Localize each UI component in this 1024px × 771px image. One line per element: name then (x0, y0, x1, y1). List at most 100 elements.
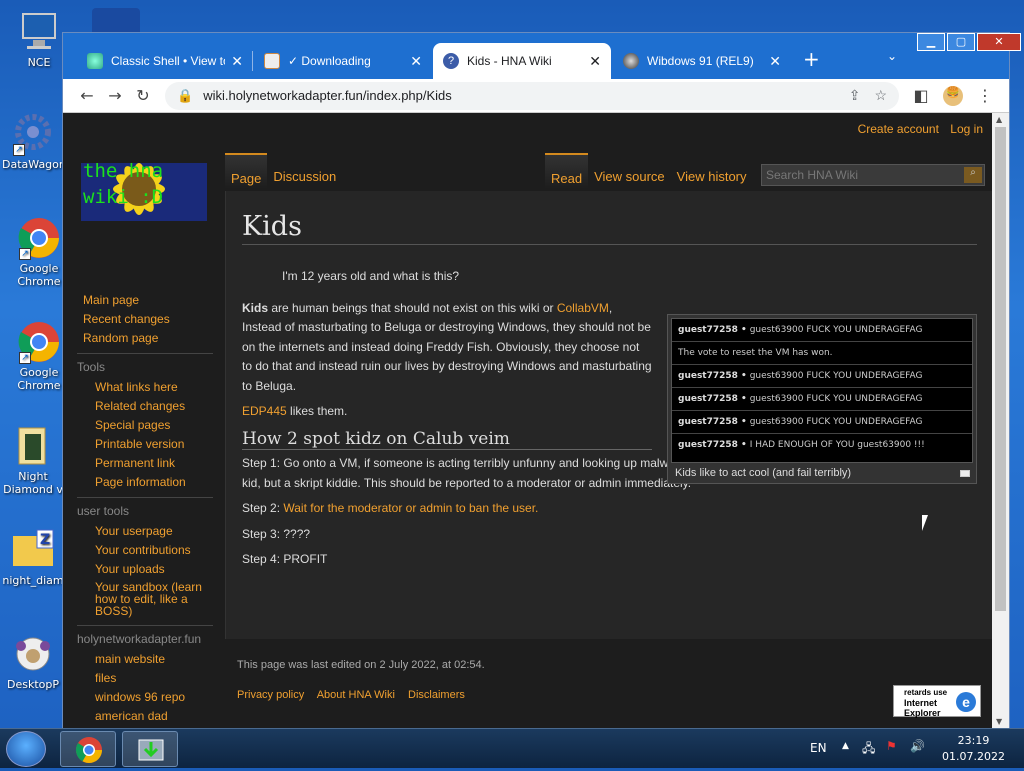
content-area: Kids I'm 12 years old and what is this? … (225, 191, 993, 639)
privacy-policy-link[interactable]: Privacy policy (237, 689, 304, 701)
chrome-icon: ↗ (17, 320, 61, 364)
hna-american-dad[interactable]: american dad (95, 709, 213, 723)
desktop-icon-night-diamond[interactable]: Night Diamond v (2, 424, 64, 496)
hna-windows-96-repo[interactable]: windows 96 repo (95, 690, 213, 704)
user-tools-userpage[interactable]: Your userpage (95, 524, 213, 538)
ie-logo-icon: e (956, 692, 976, 712)
intro-bold: Kids (242, 300, 269, 315)
nav-random-page[interactable]: Random page (83, 331, 213, 345)
tab-view-source[interactable]: View source (588, 153, 671, 189)
desktop-icon-desktopp[interactable]: DesktopP (2, 632, 64, 691)
gear-icon: ↗ (11, 112, 55, 156)
personal-tools: Create account Log in (850, 122, 983, 136)
step-3: Step 3: ???? (242, 526, 311, 541)
chat-user: guest77258 • (678, 325, 747, 335)
hna-files[interactable]: files (95, 671, 213, 685)
collabvm-link[interactable]: CollabVM (557, 301, 609, 315)
about-link[interactable]: About HNA Wiki (317, 689, 395, 701)
log-in-link[interactable]: Log in (950, 122, 983, 136)
intro-paragraph: Kids are human beings that should not ex… (242, 299, 652, 397)
desktop-icon-nce[interactable]: NCE (8, 10, 70, 69)
intro-text-1: are human beings that should not exist o… (268, 300, 557, 315)
namespace-tabs: Page Discussion (225, 153, 342, 189)
action-center-flag-icon[interactable]: ⚑ (886, 739, 897, 753)
clock-time: 23:19 (957, 734, 990, 747)
chat-row: guest77258 • guest63900 FUCK YOU UNDERAG… (672, 365, 972, 388)
taskbar-chrome[interactable] (60, 731, 116, 767)
clock-date: 01.07.2022 (942, 750, 1005, 763)
tools-printable-version[interactable]: Printable version (95, 437, 213, 451)
sidebar: Main page Recent changes Random page Too… (77, 293, 213, 728)
desktop-icon-datawagon[interactable]: ↗ DataWagon (2, 112, 66, 171)
wiki-logo[interactable]: the hna wiki :D (79, 141, 211, 241)
tab-page[interactable]: Page (225, 153, 268, 189)
computer-icon (17, 10, 61, 54)
user-tools-heading: user tools (77, 497, 213, 518)
search-placeholder: Search HNA Wiki (766, 168, 859, 182)
taskbar-download-app[interactable] (122, 731, 178, 767)
clock[interactable]: 23:19 01.07.2022 (942, 733, 1005, 765)
search-input[interactable]: Search HNA Wiki ⌕ (761, 164, 985, 186)
app-icon-blue[interactable] (92, 8, 140, 34)
desktop-icon-label: Night Diamond v (3, 470, 63, 496)
chat-screenshot-image[interactable]: guest77258 • guest63900 FUCK YOU UNDERAG… (671, 318, 973, 463)
chat-msg: I HAD ENOUGH OF YOU guest63900 !!! (749, 440, 925, 450)
step-2-prefix: Step 2: (242, 501, 284, 515)
desktop-icon-chrome-1[interactable]: ↗ Google Chrome (8, 216, 70, 288)
zip-folder-icon: Z (11, 528, 55, 572)
scrollbar-thumb[interactable] (995, 127, 1006, 611)
tools-special-pages[interactable]: Special pages (95, 418, 213, 432)
chat-user: guest77258 • (678, 371, 747, 381)
tools-what-links-here[interactable]: What links here (95, 380, 213, 394)
tab-read[interactable]: Read (545, 153, 589, 189)
scroll-up-icon[interactable]: ▲ (996, 115, 1002, 124)
disclaimers-link[interactable]: Disclaimers (408, 689, 465, 701)
volume-icon[interactable]: 🔊 (910, 739, 925, 753)
tab-discussion[interactable]: Discussion (267, 153, 342, 189)
show-hidden-icons[interactable]: ▲ (842, 741, 849, 751)
network-icon[interactable]: 🖧 (862, 739, 875, 760)
last-edited: This page was last edited on 2 July 2022… (237, 659, 485, 671)
desktop-icon-label: night_diam (2, 574, 64, 587)
user-tools-contributions[interactable]: Your contributions (95, 543, 213, 557)
scroll-down-icon[interactable]: ▼ (996, 717, 1002, 726)
edp445-link[interactable]: EDP445 (242, 404, 287, 418)
chat-row: The vote to reset the VM has won. (672, 342, 972, 365)
sheep-icon (11, 632, 55, 676)
desktop-icon-chrome-2[interactable]: ↗ Google Chrome (8, 320, 70, 392)
wiki-page: Create account Log in the hna wiki :D Pa… (63, 113, 993, 728)
language-indicator[interactable]: EN (810, 741, 827, 755)
page-viewport: Create account Log in the hna wiki :D Pa… (63, 33, 1009, 728)
tools-page-information[interactable]: Page information (95, 475, 213, 489)
enlarge-icon[interactable] (960, 470, 970, 477)
user-tools-sandbox[interactable]: Your sandbox (learn how to edit, like a … (95, 581, 213, 617)
hna-heading: holynetworkadapter.fun (77, 625, 213, 646)
tools-related-changes[interactable]: Related changes (95, 399, 213, 413)
mouse-cursor-icon (922, 515, 928, 531)
hna-main-website[interactable]: main website (95, 652, 213, 666)
nav-main-page[interactable]: Main page (83, 293, 213, 307)
thumbnail-figure: guest77258 • guest63900 FUCK YOU UNDERAG… (667, 314, 977, 484)
create-account-link[interactable]: Create account (858, 122, 939, 136)
tools-heading: Tools (77, 353, 213, 374)
internet-explorer-badge[interactable]: retards use Internet Explorer e (893, 685, 981, 718)
chat-row: guest77258 • guest63900 FUCK YOU UNDERAG… (672, 319, 972, 342)
step-4: Step 4: PROFIT (242, 552, 328, 566)
desktop-icon-label: DataWagon (2, 158, 66, 171)
page-scrollbar[interactable]: ▲ ▼ (992, 113, 1009, 728)
chrome-icon: ↗ (17, 216, 61, 260)
desktop-icon-night-diam[interactable]: Z night_diam (2, 528, 64, 587)
chat-user: guest77258 • (678, 417, 747, 427)
search-icon[interactable]: ⌕ (964, 167, 982, 183)
nav-recent-changes[interactable]: Recent changes (83, 312, 213, 326)
tab-view-history[interactable]: View history (671, 153, 753, 189)
chat-user: guest77258 • (678, 394, 747, 404)
user-tools-uploads[interactable]: Your uploads (95, 562, 213, 576)
tools-permanent-link[interactable]: Permanent link (95, 456, 213, 470)
logo-text-2: wiki :D (83, 186, 163, 208)
desktop-icon-label: Google Chrome (17, 262, 61, 288)
footer-links: Privacy policy About HNA Wiki Disclaimer… (237, 689, 475, 701)
start-button[interactable] (6, 731, 46, 767)
step-2-link[interactable]: Wait for the moderator or admin to ban t… (283, 501, 538, 515)
sunflower-logo-icon: the hna wiki :D (81, 160, 207, 221)
